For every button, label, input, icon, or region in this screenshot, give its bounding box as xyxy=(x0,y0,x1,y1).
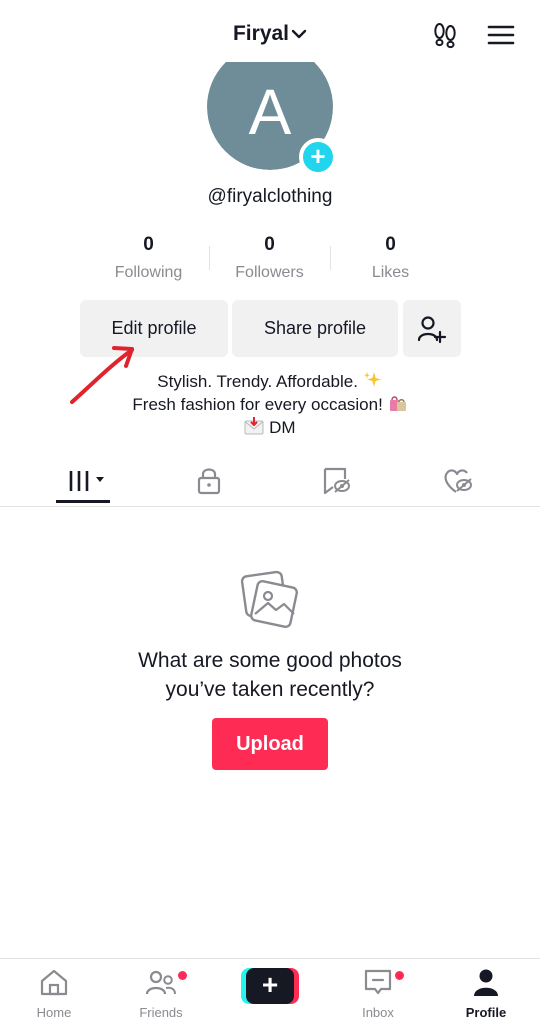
active-tab-indicator xyxy=(56,500,110,503)
footprint-icon[interactable] xyxy=(430,20,460,50)
inbox-notification-dot xyxy=(395,971,404,980)
profile-bio: Stylish. Trendy. Affordable. Fresh fashi… xyxy=(0,370,540,439)
create-button[interactable]: + xyxy=(241,968,299,1004)
inbox-envelope-icon xyxy=(244,417,264,435)
stat-value: 0 xyxy=(385,234,396,255)
stat-following[interactable]: 0 Following xyxy=(88,234,209,288)
stat-value: 0 xyxy=(143,234,154,255)
lock-icon xyxy=(197,468,221,495)
home-icon xyxy=(40,969,68,996)
saved-icon xyxy=(323,467,350,495)
chevron-down-icon xyxy=(291,22,307,46)
nav-home[interactable]: Home xyxy=(4,967,104,1020)
nav-inbox[interactable]: Inbox xyxy=(328,967,428,1020)
bio-line-1: Stylish. Trendy. Affordable. xyxy=(157,372,358,391)
nav-profile[interactable]: Profile xyxy=(436,967,536,1020)
nav-friends-label: Friends xyxy=(139,1005,183,1020)
friends-icon xyxy=(145,970,176,995)
photos-icon xyxy=(240,568,302,630)
avatar-letter: A xyxy=(248,76,292,148)
add-friends-button[interactable] xyxy=(403,300,461,357)
profile-stats: 0 Following 0 Followers 0 Likes xyxy=(88,234,452,288)
add-person-icon xyxy=(417,316,447,344)
upload-button[interactable]: Upload xyxy=(212,718,328,770)
share-profile-button[interactable]: Share profile xyxy=(232,300,398,357)
empty-state-prompt: What are some good photos you’ve taken r… xyxy=(0,646,540,704)
shopping-bags-icon xyxy=(388,394,408,412)
avatar[interactable]: A + xyxy=(205,50,337,180)
stat-followers[interactable]: 0 Followers xyxy=(209,234,330,288)
prompt-line-1: What are some good photos xyxy=(138,649,402,672)
bio-line-3: DM xyxy=(269,418,296,437)
inbox-icon xyxy=(364,969,392,995)
bio-line-2: Fresh fashion for every occasion! xyxy=(132,395,383,414)
username-label: Firyal xyxy=(232,22,290,45)
tab-videos[interactable] xyxy=(66,465,110,497)
stat-likes[interactable]: 0 Likes xyxy=(330,234,451,288)
stat-label: Following xyxy=(114,264,183,281)
prompt-line-2: you’ve taken recently? xyxy=(165,678,375,701)
stat-label: Followers xyxy=(235,264,304,281)
tab-liked[interactable] xyxy=(441,465,475,497)
profile-icon xyxy=(474,969,498,996)
profile-handle: @firyalclothing xyxy=(207,186,333,207)
nav-profile-label: Profile xyxy=(465,1005,507,1020)
tab-reposts[interactable] xyxy=(320,465,354,497)
grid-icon xyxy=(69,471,104,491)
nav-inbox-label: Inbox xyxy=(362,1005,394,1020)
friends-notification-dot xyxy=(178,971,187,980)
tab-private[interactable] xyxy=(192,465,226,497)
nav-friends[interactable]: Friends xyxy=(111,967,211,1020)
create-plus-icon: + xyxy=(246,968,294,1004)
stat-label: Likes xyxy=(371,264,410,281)
nav-home-label: Home xyxy=(36,1005,72,1020)
menu-icon[interactable] xyxy=(486,20,516,50)
add-photo-plus-icon[interactable]: + xyxy=(299,138,337,176)
stat-value: 0 xyxy=(264,234,275,255)
sparkles-icon xyxy=(363,371,383,389)
liked-icon xyxy=(444,469,472,493)
